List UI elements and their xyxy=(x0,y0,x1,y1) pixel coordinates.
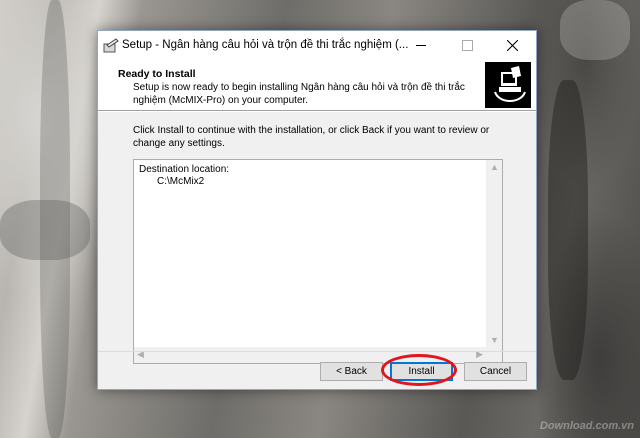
scroll-corner xyxy=(486,347,502,363)
scroll-up-icon: ▲ xyxy=(490,162,499,172)
page-title: Ready to Install xyxy=(118,68,196,80)
ready-summary-memo[interactable]: Destination location: C:\McMix2 ▲ ▼ ◀ ▶ xyxy=(133,159,503,364)
vertical-scrollbar[interactable]: ▲ ▼ xyxy=(486,160,502,347)
close-button[interactable] xyxy=(490,31,536,61)
page-description: Setup is now ready to begin installing N… xyxy=(133,82,465,106)
minimize-button[interactable] xyxy=(398,31,444,61)
cancel-button[interactable]: Cancel xyxy=(464,362,527,381)
installer-computer-icon xyxy=(485,62,531,108)
wizard-header: Ready to Install Setup is now ready to b… xyxy=(98,61,536,110)
window-title: Setup - Ngân hàng câu hỏi và trộn đề thi… xyxy=(122,39,409,51)
watermark-text: Download.com.vn xyxy=(539,420,634,432)
title-bar[interactable]: Setup - Ngân hàng câu hỏi và trộn đề thi… xyxy=(98,31,536,61)
scroll-down-icon: ▼ xyxy=(490,335,499,345)
maximize-button xyxy=(444,31,490,61)
back-button[interactable]: < Back xyxy=(320,362,383,381)
destination-label: Destination location: xyxy=(139,164,230,175)
destination-path: C:\McMix2 xyxy=(157,176,205,187)
close-icon xyxy=(507,40,518,51)
setup-window: Setup - Ngân hàng câu hỏi và trộn đề thi… xyxy=(97,30,537,390)
setup-app-icon xyxy=(103,38,119,53)
install-highlight-circle xyxy=(381,354,457,386)
instruction-text: Click Install to continue with the insta… xyxy=(133,125,490,149)
